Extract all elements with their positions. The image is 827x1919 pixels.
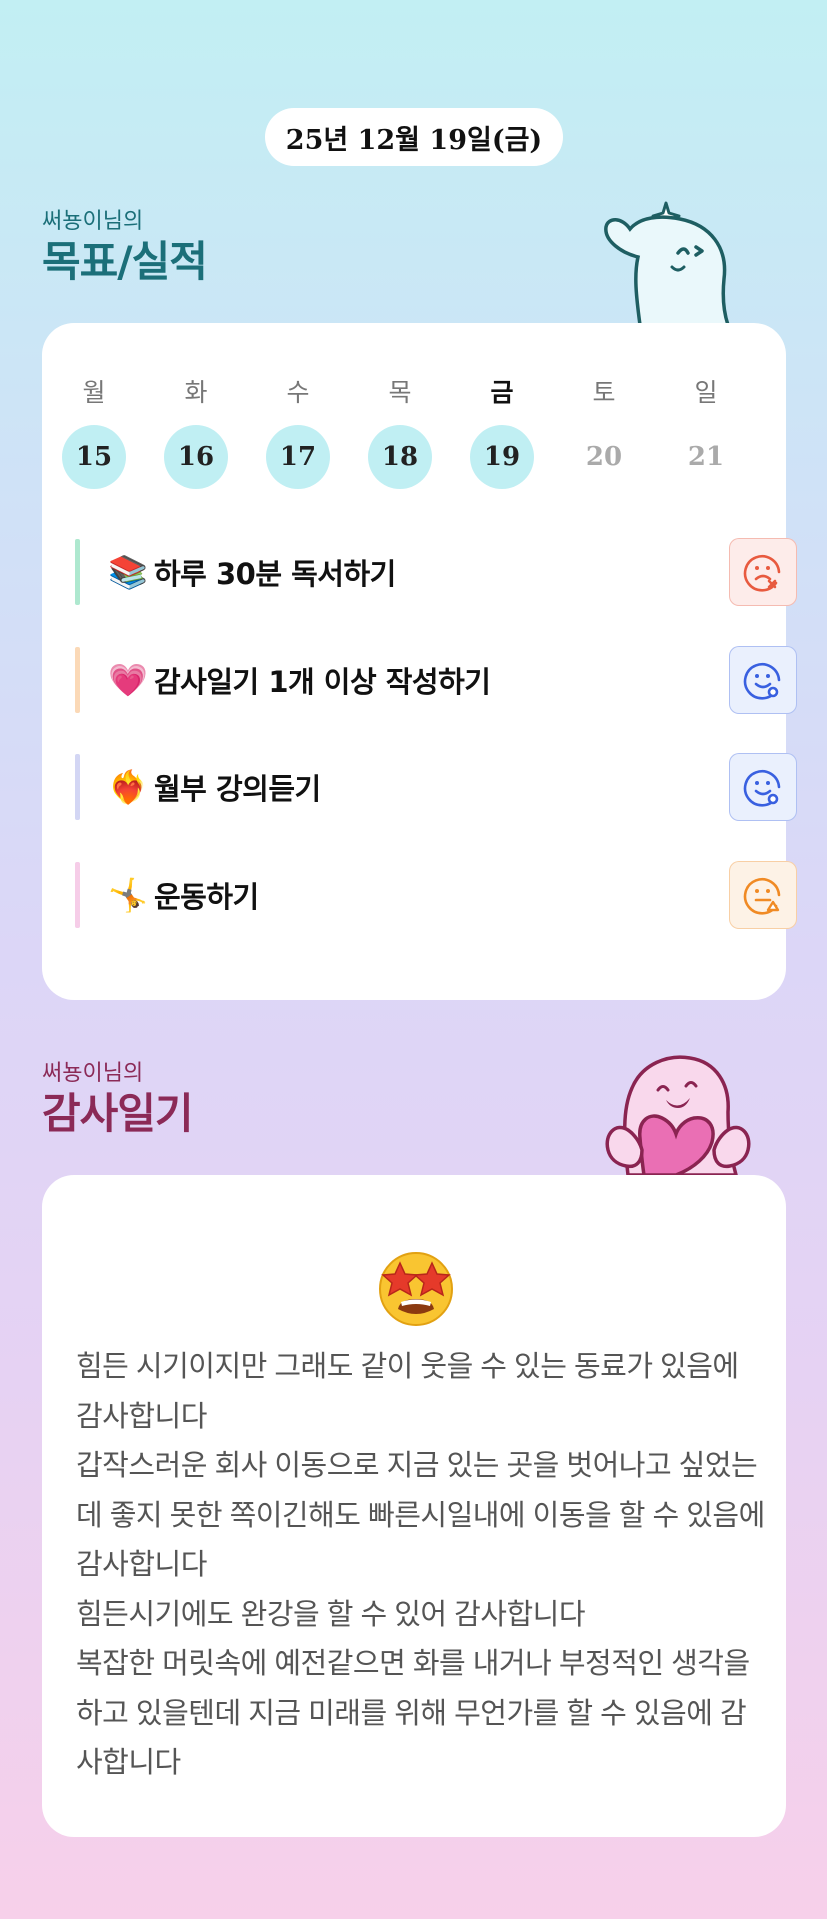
date-circle[interactable]: 17 [266,425,330,489]
goal-item[interactable]: ❤️‍🔥 월부 강의듣기 [75,753,797,821]
date-header: 25년 12월 19일(금) [265,108,563,166]
goal-color-bar [75,754,80,820]
goal-emoji-icon: 🤸 [108,876,148,914]
day-column[interactable]: 목 18 [349,373,451,489]
ghost-mascot-icon [604,201,730,325]
goal-item[interactable]: 💗 감사일기 1개 이상 작성하기 [75,646,797,714]
diary-section-title: 감사일기 [42,1089,194,1138]
smile-face-check-icon[interactable] [729,646,797,714]
goal-item[interactable]: 🤸 운동하기 [75,861,797,929]
diary-text: 힘든 시기이지만 그래도 같이 웃을 수 있는 동료가 있음에 감사합니다 갑작… [76,1351,765,1779]
weekday-label: 금 [490,378,514,407]
weekday-label: 화 [184,378,208,407]
weekday-label: 토 [592,378,616,407]
goal-label: 운동하기 [154,880,259,914]
neutral-face-triangle-icon[interactable] [729,861,797,929]
goal-label: 하루 30분 독서하기 [154,557,396,591]
goal-label: 월부 강의듣기 [154,772,321,806]
day-column[interactable]: 월 15 [43,373,145,489]
date-circle[interactable]: 21 [674,425,738,489]
sad-face-x-icon[interactable] [729,538,797,606]
weekday-label: 수 [286,378,310,407]
goals-card: 월 15 화 16 수 17 목 18 금 19 토 20 일 21 📚 하루 30분 독서하기 💗 감사일기 … [42,323,797,1000]
day-column[interactable]: 화 16 [145,373,247,489]
day-column[interactable]: 일 21 [655,373,757,489]
weekday-label: 목 [388,378,412,407]
goal-color-bar [75,539,80,605]
weekday-label: 일 [694,378,718,407]
diary-card: 힘든 시기이지만 그래도 같이 웃을 수 있는 동료가 있음에 감사합니다 갑작… [42,1175,786,1837]
heart-mascot-icon [605,1055,751,1175]
goal-color-bar [75,647,80,713]
goal-label: 감사일기 1개 이상 작성하기 [154,665,491,699]
day-column[interactable]: 금 19 [451,373,553,489]
date-circle[interactable]: 19 [470,425,534,489]
goal-color-bar [75,862,80,928]
date-circle[interactable]: 15 [62,425,126,489]
goal-emoji-icon: 💗 [108,661,148,699]
date-circle[interactable]: 18 [368,425,432,489]
day-column[interactable]: 수 17 [247,373,349,489]
weekday-label: 월 [82,378,106,407]
goal-item[interactable]: 📚 하루 30분 독서하기 [75,538,797,606]
goals-section-title: 목표/실적 [42,237,208,286]
day-column[interactable]: 토 20 [553,373,655,489]
goal-emoji-icon: 📚 [108,553,148,591]
smile-face-check-icon[interactable] [729,753,797,821]
date-circle[interactable]: 16 [164,425,228,489]
goal-emoji-icon: ❤️‍🔥 [108,768,148,806]
star-struck-emoji-icon [374,1245,458,1329]
week-calendar: 월 15 화 16 수 17 목 18 금 19 토 20 일 21 [43,373,786,489]
date-circle[interactable]: 20 [572,425,636,489]
